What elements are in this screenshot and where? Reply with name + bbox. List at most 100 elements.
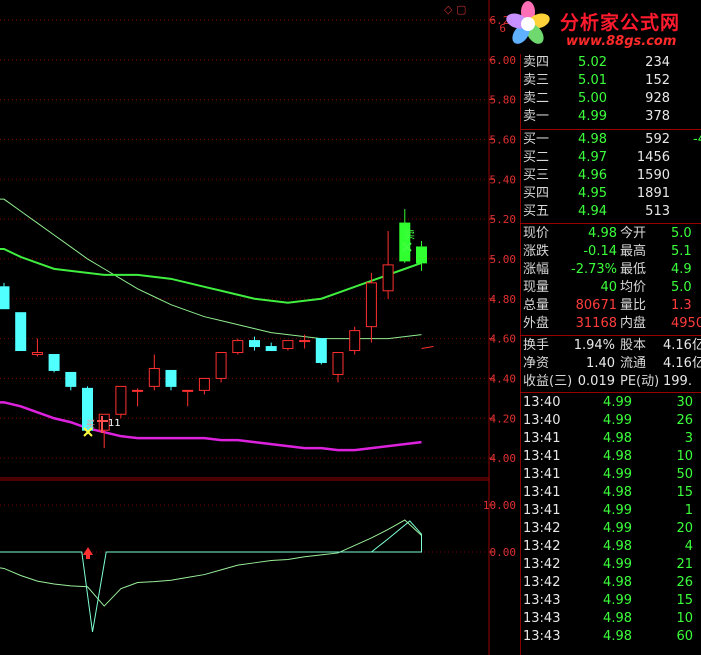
tick-volume: 15	[676, 593, 693, 608]
tick-time: 13:40	[523, 413, 561, 428]
bid-label: 买四	[523, 186, 550, 201]
price-tick-label: 5.80	[490, 94, 517, 107]
brand-url: www.88gs.com	[566, 34, 677, 49]
candle-body	[198, 377, 210, 391]
stats-label: 净资	[523, 356, 550, 371]
tick-volume: 3	[684, 431, 693, 446]
candle-body	[165, 369, 177, 387]
window-controls[interactable]: ◇ ▢	[444, 3, 466, 16]
price-tick-label: 5.60	[490, 133, 517, 146]
ma-line-mid	[0, 247, 422, 304]
candle-body	[132, 389, 144, 392]
candle-body	[215, 352, 227, 379]
bid-price: 4.98	[578, 132, 607, 147]
quote-label-2: 量比	[620, 298, 647, 313]
stats-value-2: 4.16亿	[663, 338, 701, 353]
ask-row: 卖四 5.02 234	[521, 54, 701, 72]
tick-time: 13:41	[523, 467, 561, 482]
tick-time: 13:41	[523, 431, 561, 446]
buy-signal-mark: 买	[86, 419, 95, 430]
tick-time: 13:40	[523, 395, 561, 410]
quote-value: 80671	[575, 298, 617, 313]
ask-price: 5.01	[578, 73, 607, 88]
stats-label: 换手	[523, 338, 550, 353]
ask-label: 卖三	[523, 73, 550, 88]
quote-value-2: 4.9	[671, 262, 692, 277]
quote-label: 现价	[523, 226, 550, 241]
candle-body	[115, 385, 127, 415]
tick-price: 4.99	[603, 557, 632, 572]
tick-volume: 4	[684, 539, 693, 554]
price-tick-label: 4.40	[490, 372, 517, 385]
indicator-line-low	[0, 519, 422, 607]
quote-label: 总量	[523, 298, 550, 313]
candle-body	[349, 330, 361, 352]
section-divider	[521, 392, 701, 393]
tick-row: 13:43 4.98 60	[521, 628, 701, 646]
quote-value-2: 5.1	[671, 244, 692, 259]
candle-body	[365, 282, 377, 328]
stats-value: 1.40	[586, 356, 615, 371]
tick-row: 13:42 4.98 4	[521, 538, 701, 556]
tick-price: 4.99	[603, 593, 632, 608]
stats-value: 1.94%	[573, 338, 615, 353]
stats-label: 收益(三)	[523, 374, 573, 389]
candle-body	[31, 352, 43, 356]
tick-time: 13:43	[523, 593, 561, 608]
quote-label-2: 最低	[620, 262, 647, 277]
quote-value: -0.14	[583, 244, 617, 259]
bid-label: 买一	[523, 132, 550, 147]
stats-value-2: 4.16亿	[663, 356, 701, 371]
tick-time: 13:43	[523, 611, 561, 626]
tick-price: 4.98	[603, 449, 632, 464]
section-divider	[521, 335, 701, 336]
tick-price: 4.98	[603, 539, 632, 554]
tick-row: 13:41 4.98 15	[521, 484, 701, 502]
ma-line-short	[0, 198, 422, 340]
bid-label: 买二	[523, 150, 550, 165]
candle-body	[315, 338, 327, 363]
stats-value-2: 199.	[663, 374, 692, 389]
candle-body	[232, 340, 244, 354]
price-tick-label: 6.00	[490, 54, 517, 67]
bid-row: 买三 4.96 1590	[521, 167, 701, 185]
bid-row: 买四 4.95 1891	[521, 185, 701, 203]
ask-price: 4.99	[578, 109, 607, 124]
candle-body	[416, 246, 427, 264]
ask-volume: 378	[645, 109, 670, 124]
tick-price: 4.98	[603, 485, 632, 500]
price-tick-label: 4.60	[490, 333, 517, 346]
candle-body	[182, 389, 194, 392]
tick-volume: 60	[676, 629, 693, 644]
signal-marks: 11 卖买	[83, 228, 415, 559]
ask-row: 卖二 5.00 928	[521, 90, 701, 108]
tick-price: 4.99	[603, 521, 632, 536]
tick-row: 13:42 4.99 21	[521, 556, 701, 574]
kline-chart[interactable]: 6.206.005.805.605.405.205.004.804.604.40…	[0, 0, 520, 655]
tick-row: 13:43 4.99 15	[521, 592, 701, 610]
tick-volume: 1	[684, 503, 693, 518]
bid-volume: 1891	[636, 186, 670, 201]
quote-row: 涨幅 -2.73% 最低 4.9	[521, 261, 701, 279]
ask-volume: 928	[645, 91, 670, 106]
price-tick-label: 4.80	[490, 293, 517, 306]
tick-price: 4.98	[603, 575, 632, 590]
tick-volume: 26	[676, 413, 693, 428]
candle-body	[15, 312, 27, 352]
tick-price: 4.98	[603, 629, 632, 644]
section-divider	[521, 129, 701, 130]
tick-time: 13:41	[523, 485, 561, 500]
quote-value: 4.98	[588, 226, 617, 241]
candle-body	[282, 340, 294, 350]
stats-row: 收益(三) 0.019 PE(动) 199.	[521, 373, 701, 391]
candle-body	[249, 340, 260, 348]
quote-value-2: 5.0	[671, 280, 692, 295]
candle-body	[65, 371, 77, 387]
stats-row: 换手 1.94% 股本 4.16亿	[521, 337, 701, 355]
quote-label-2: 均价	[620, 280, 647, 295]
indicator-panel	[0, 519, 422, 632]
tick-time: 13:42	[523, 557, 561, 572]
brand-name: 分析家公式网	[560, 12, 681, 34]
bar-count-label: 11	[108, 418, 121, 429]
quote-value-2: 5.0	[671, 226, 692, 241]
